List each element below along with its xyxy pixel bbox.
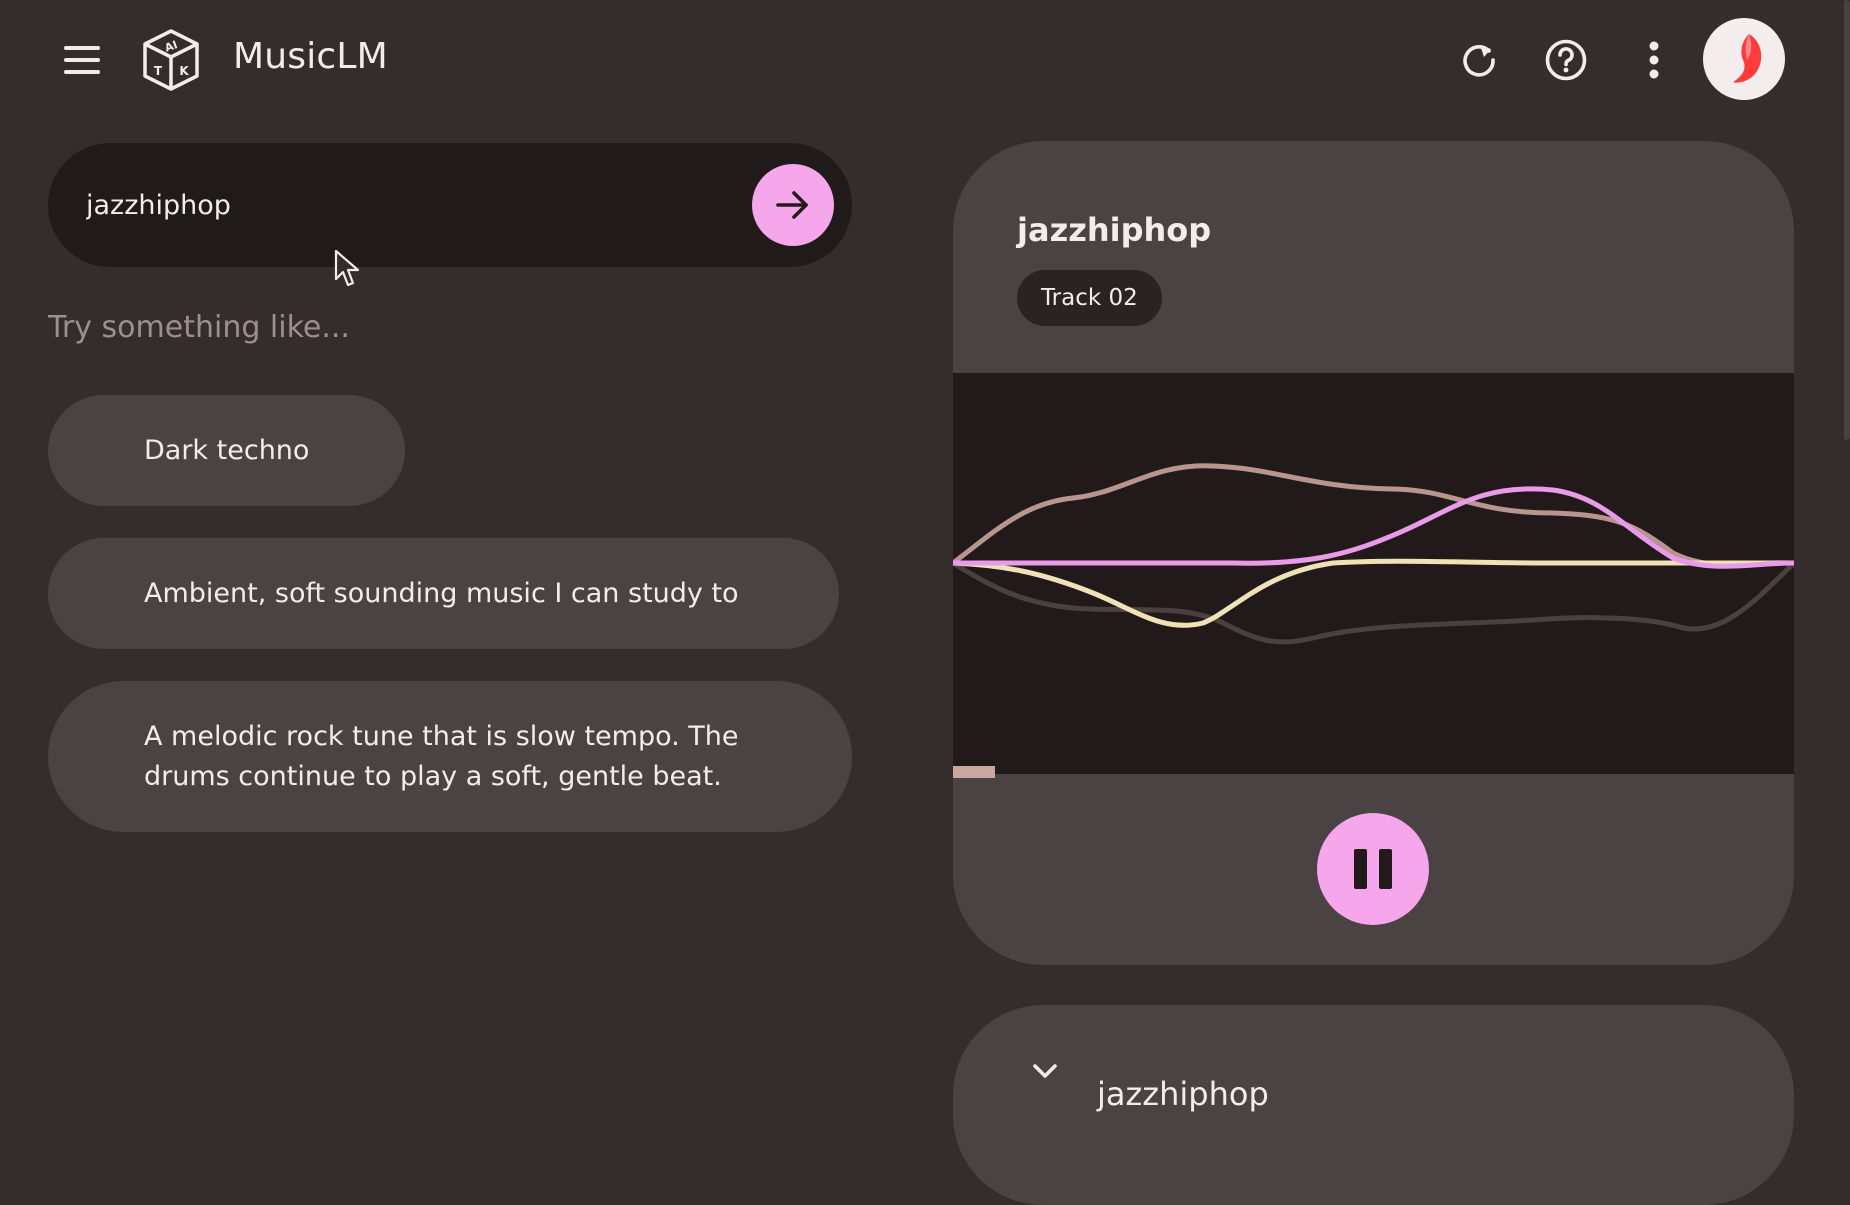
- suggestion-chip[interactable]: Ambient, soft sounding music I can study…: [48, 538, 839, 649]
- waveform-rose: [953, 463, 1794, 568]
- aitk-cube-logo: AI T K: [143, 29, 199, 91]
- waveform-dark: [953, 560, 1794, 645]
- collapsed-track-card[interactable]: jazzhiphop: [953, 1005, 1794, 1205]
- suggestion-chip-label: Dark techno: [144, 434, 310, 466]
- playback-progress[interactable]: [953, 766, 995, 778]
- suggestion-chip[interactable]: A melodic rock tune that is slow tempo. …: [48, 681, 852, 832]
- logo-letter-t: T: [154, 64, 163, 78]
- suggestion-chip-label: Ambient, soft sounding music I can study…: [144, 577, 739, 609]
- user-avatar[interactable]: [1703, 18, 1785, 100]
- player-card: jazzhiphop Track 02: [953, 141, 1794, 965]
- collapsed-card-title: jazzhiphop: [1097, 1075, 1269, 1113]
- suggestion-chip[interactable]: Dark techno: [48, 395, 405, 506]
- hamburger-menu-icon[interactable]: [58, 40, 104, 80]
- suggestions-label: Try something like...: [48, 310, 350, 345]
- arrow-forward-icon: [776, 191, 808, 219]
- suggestion-chip-label: A melodic rock tune that is slow tempo. …: [144, 720, 739, 792]
- chevron-down-icon[interactable]: [1025, 1057, 1065, 1087]
- scrollbar-thumb[interactable]: [1844, 0, 1850, 440]
- waveform-pink: [953, 486, 1794, 569]
- pause-icon: [1354, 849, 1367, 889]
- more-vert-icon[interactable]: [1629, 35, 1679, 85]
- app-header: AI T K MusicLM: [0, 0, 1850, 118]
- help-icon[interactable]: [1541, 35, 1591, 85]
- track-badge: Track 02: [1017, 270, 1162, 326]
- waveform-cream: [953, 558, 1794, 628]
- audio-visualizer: [953, 373, 1794, 778]
- player-title: jazzhiphop: [1017, 211, 1212, 249]
- pause-button[interactable]: [1317, 813, 1429, 925]
- refresh-icon[interactable]: [1454, 35, 1504, 85]
- submit-button[interactable]: [752, 164, 834, 246]
- prompt-input[interactable]: [84, 175, 764, 235]
- mouse-pointer-icon: [334, 249, 360, 287]
- logo-letter-k: K: [179, 64, 189, 78]
- prompt-search-bar: [48, 143, 852, 267]
- app-title: MusicLM: [233, 36, 388, 77]
